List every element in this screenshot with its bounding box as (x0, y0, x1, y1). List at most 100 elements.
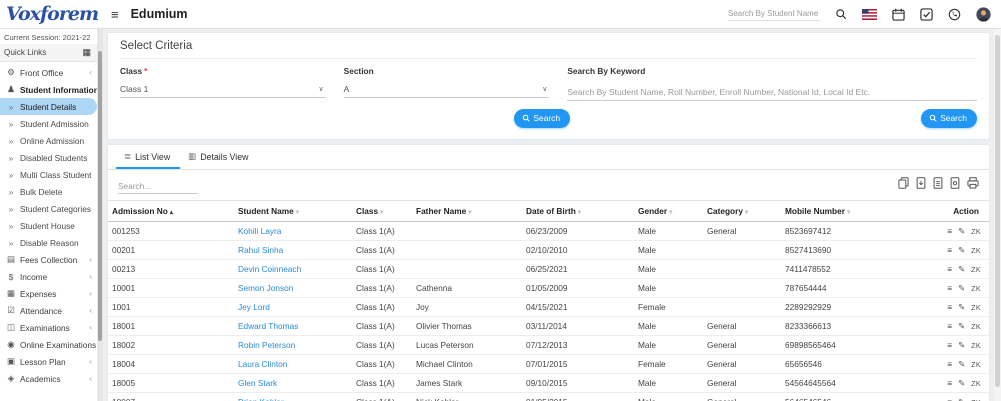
zk-action[interactable]: ZK (971, 284, 981, 293)
cell-student-name[interactable]: Jey Lord (234, 298, 352, 317)
zk-action[interactable]: ZK (971, 322, 981, 331)
sidebar-item-fees-collection[interactable]: ▤Fees Collection‹ (0, 251, 97, 268)
column-header-gender[interactable]: Gender▾ (634, 201, 703, 222)
details-icon[interactable]: ≡ (947, 340, 952, 350)
page-scrollbar[interactable] (994, 29, 1001, 401)
sidebar-item-student-categories[interactable]: »Student Categories (0, 200, 97, 217)
quick-links[interactable]: Quick Links ▦ (0, 44, 97, 62)
edit-icon[interactable]: ✎ (958, 321, 965, 331)
menu-toggle-icon[interactable]: ≡ (111, 7, 119, 22)
details-icon[interactable]: ≡ (947, 359, 952, 369)
cell-student-name[interactable]: Devin Coinneach (234, 260, 352, 279)
details-icon[interactable]: ≡ (947, 321, 952, 331)
sidebar-item-disabled-students[interactable]: »Disabled Students (0, 149, 97, 166)
calendar-icon[interactable] (892, 8, 905, 21)
sidebar-item-student-house[interactable]: »Student House (0, 217, 97, 234)
tab-list-view[interactable]: ≣List View (116, 145, 180, 169)
details-icon[interactable]: ≡ (947, 226, 952, 236)
keyword-search-button[interactable]: Search (921, 109, 977, 128)
tasks-icon[interactable] (920, 8, 933, 21)
sidebar-item-expenses[interactable]: ▦Expenses‹ (0, 285, 97, 302)
column-header-father-name[interactable]: Father Name▾ (412, 201, 522, 222)
zk-action[interactable]: ZK (971, 379, 981, 388)
edit-icon[interactable]: ✎ (958, 264, 965, 274)
column-label: Class (356, 206, 378, 216)
logo[interactable]: Voxforem (0, 0, 103, 28)
zk-action[interactable]: ZK (971, 341, 981, 350)
edit-icon[interactable]: ✎ (958, 226, 965, 236)
zk-action[interactable]: ZK (971, 265, 981, 274)
sidebar-item-online-admission[interactable]: »Online Admission (0, 132, 97, 149)
table-search-input[interactable] (118, 179, 198, 194)
zk-action[interactable]: ZK (971, 303, 981, 312)
sidebar-item-lesson-plan[interactable]: ▣Lesson Plan‹ (0, 353, 97, 370)
sidebar-item-bulk-delete[interactable]: »Bulk Delete (0, 183, 97, 200)
cell-student-name[interactable]: Edward Thomas (234, 317, 352, 336)
chevron-down-icon: ∨ (319, 85, 324, 93)
table-row: 00201Rahul SinhaClass 1(A)02/10/2010Male… (108, 241, 989, 260)
copy-icon[interactable] (898, 176, 909, 194)
sidebar-item-online-examinations[interactable]: ◉Online Examinations‹ (0, 336, 97, 353)
search-icon[interactable] (835, 8, 847, 20)
column-header-admission-no[interactable]: Admission No▴ (108, 201, 234, 222)
cell-student-name[interactable]: Rahul Sinha (234, 241, 352, 260)
student-quick-search-input[interactable] (728, 7, 820, 21)
page-body: Current Session: 2021-22 Quick Links ▦ ⚙… (0, 29, 1001, 401)
whatsapp-icon[interactable] (948, 8, 961, 21)
details-icon[interactable]: ≡ (947, 245, 952, 255)
details-icon[interactable]: ≡ (947, 283, 952, 293)
sidebar-item-academics[interactable]: ◈Academics‹ (0, 370, 97, 387)
edit-icon[interactable]: ✎ (958, 283, 965, 293)
cell-student-name[interactable]: Robin Peterson (234, 336, 352, 355)
sidebar-item-student-details[interactable]: »Student Details (0, 98, 97, 115)
class-select[interactable]: Class 1 ∨ (120, 82, 326, 98)
sidebar-item-front-office[interactable]: ⚙Front Office‹ (0, 64, 97, 81)
sidebar-item-disable-reason[interactable]: »Disable Reason (0, 234, 97, 251)
sidebar-item-examinations[interactable]: ◫Examinations‹ (0, 319, 97, 336)
zk-action[interactable]: ZK (971, 360, 981, 369)
details-icon[interactable]: ≡ (947, 264, 952, 274)
details-icon[interactable]: ≡ (947, 378, 952, 388)
edit-icon[interactable]: ✎ (958, 302, 965, 312)
avatar[interactable] (976, 7, 991, 22)
cell-category (703, 298, 781, 317)
zk-action[interactable]: ZK (971, 227, 981, 236)
edit-icon[interactable]: ✎ (958, 340, 965, 350)
edit-icon[interactable]: ✎ (958, 397, 965, 401)
language-flag-icon[interactable] (862, 9, 877, 20)
cell-student-name[interactable]: Brian Kohlar (234, 393, 352, 401)
sidebar-item-multi-class-student[interactable]: »Multi Class Student (0, 166, 97, 183)
column-header-student-name[interactable]: Student Name▾ (234, 201, 352, 222)
table-row: 18001Edward ThomasClass 1(A)Olivier Thom… (108, 317, 989, 336)
table-row: 10001Semon JonsonClass 1(A)Cathenna01/05… (108, 279, 989, 298)
column-header-category[interactable]: Category▾ (703, 201, 781, 222)
cell-student-name[interactable]: Laura Clinton (234, 355, 352, 374)
column-header-class[interactable]: Class▾ (352, 201, 412, 222)
cell-student-name[interactable]: Kohili Layra (234, 222, 352, 241)
cell-dob: 07/12/2013 (522, 336, 634, 355)
cell-student-name[interactable]: Semon Jonson (234, 279, 352, 298)
sidebar-scrollbar[interactable] (97, 29, 103, 401)
csv-icon[interactable] (933, 176, 943, 194)
sidebar-item-student-admission[interactable]: »Student Admission (0, 115, 97, 132)
keyword-input[interactable] (567, 85, 977, 101)
column-header-date-of-birth[interactable]: Date of Birth▾ (522, 201, 634, 222)
excel-icon[interactable] (916, 176, 926, 194)
edit-icon[interactable]: ✎ (958, 378, 965, 388)
cell-student-name[interactable]: Glen Stark (234, 374, 352, 393)
section-select[interactable]: A ∨ (344, 82, 550, 98)
print-icon[interactable] (967, 176, 979, 194)
edit-icon[interactable]: ✎ (958, 359, 965, 369)
zk-action[interactable]: ZK (971, 246, 981, 255)
pdf-icon[interactable] (950, 176, 960, 194)
sidebar-item-attendance[interactable]: ☑Attendance‹ (0, 302, 97, 319)
details-icon[interactable]: ≡ (947, 302, 952, 312)
sidebar-item-student-information[interactable]: ♟Student Informationˇ (0, 81, 97, 98)
details-icon[interactable]: ≡ (947, 397, 952, 401)
tab-details-view[interactable]: ▥Details View (180, 145, 258, 169)
sidebar-item-income[interactable]: $Income‹ (0, 268, 97, 285)
search-button[interactable]: Search (514, 109, 570, 128)
column-header-mobile-number[interactable]: Mobile Number▾ (781, 201, 931, 222)
edit-icon[interactable]: ✎ (958, 245, 965, 255)
sub-arrow-icon: » (6, 238, 16, 248)
